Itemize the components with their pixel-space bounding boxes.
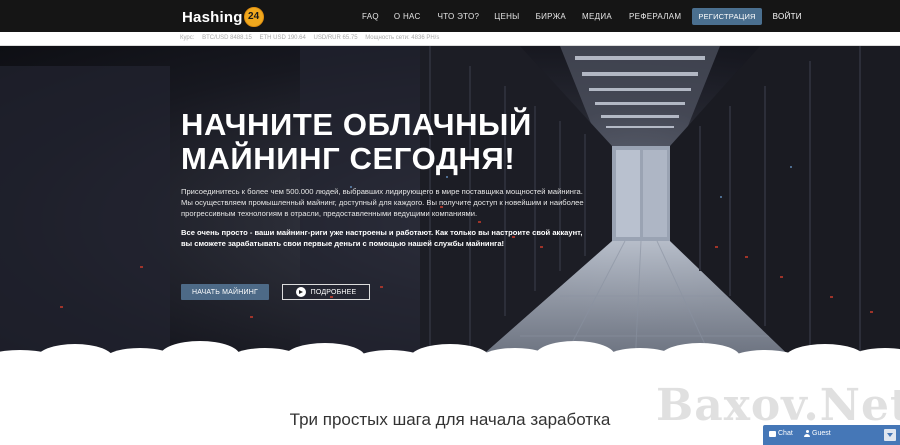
hero-title-line-1: НАЧНИТЕ ОБЛАЧНЫЙ: [181, 107, 532, 142]
nav-what-is-it[interactable]: ЧТО ЭТО?: [438, 12, 480, 21]
logo-text: Hashing: [182, 8, 243, 26]
chat-tab[interactable]: Chat: [769, 430, 793, 437]
more-info-button[interactable]: ПОДРОБНЕЕ: [282, 284, 370, 300]
guest-label: Guest: [812, 430, 831, 437]
chat-collapse-button[interactable]: [884, 429, 896, 441]
nav-exchange[interactable]: БИРЖА: [536, 12, 566, 21]
more-info-label: ПОДРОБНЕЕ: [310, 288, 357, 296]
hero-title-line-2: МАЙНИНГ СЕГОДНЯ!: [181, 141, 516, 176]
rate-btc-usd: BTC/USD 8488.15: [202, 35, 252, 41]
rates-label: Курс:: [180, 35, 195, 41]
rate-usd-rur: USD/RUR 65.75: [313, 35, 358, 41]
logo[interactable]: Hashing 24: [182, 6, 264, 27]
top-navigation: Hashing 24 FAQ О НАС ЧТО ЭТО? ЦЕНЫ БИРЖА…: [0, 0, 900, 32]
hero-banner: НАЧНИТЕ ОБЛАЧНЫЙ МАЙНИНГ СЕГОДНЯ! Присое…: [0, 46, 900, 366]
nav-media[interactable]: МЕДИА: [582, 12, 612, 21]
hero-intro-text: Присоединитесь к более чем 500.000 людей…: [181, 187, 584, 218]
chat-widget: Chat Guest: [763, 425, 900, 445]
nav-about[interactable]: О НАС: [394, 12, 421, 21]
start-mining-button[interactable]: НАЧАТЬ МАЙНИНГ: [181, 284, 269, 300]
chat-label: Chat: [778, 430, 793, 437]
login-link[interactable]: ВОЙТИ: [773, 12, 802, 21]
play-icon: [295, 287, 306, 297]
cloud-divider: [0, 341, 900, 370]
hero-title: НАЧНИТЕ ОБЛАЧНЫЙ МАЙНИНГ СЕГОДНЯ!: [181, 108, 601, 176]
rate-eth-usd: ETH USD 190.64: [259, 35, 306, 41]
chat-bubble-icon: [769, 430, 776, 437]
nav-referrals[interactable]: РЕФЕРАЛАМ: [629, 12, 681, 21]
nav-faq[interactable]: FAQ: [362, 12, 379, 21]
rates-bar: Курс: BTC/USD 8488.15 ETH USD 190.64 USD…: [0, 32, 900, 46]
main-menu: FAQ О НАС ЧТО ЭТО? ЦЕНЫ БИРЖА МЕДИА РЕФЕ…: [362, 0, 802, 32]
rates-ticker: Курс: BTC/USD 8488.15 ETH USD 190.64 USD…: [180, 35, 445, 41]
guest-tab[interactable]: Guest: [804, 430, 831, 437]
user-icon: [804, 430, 810, 437]
nav-prices[interactable]: ЦЕНЫ: [494, 12, 519, 21]
network-power: Мощность сети: 4836 PH/s: [365, 35, 440, 41]
register-button[interactable]: РЕГИСТРАЦИЯ: [692, 7, 762, 25]
logo-badge: 24: [243, 6, 264, 27]
hero-highlight-text: Все очень просто - ваши майнинг-риги уже…: [181, 228, 583, 248]
